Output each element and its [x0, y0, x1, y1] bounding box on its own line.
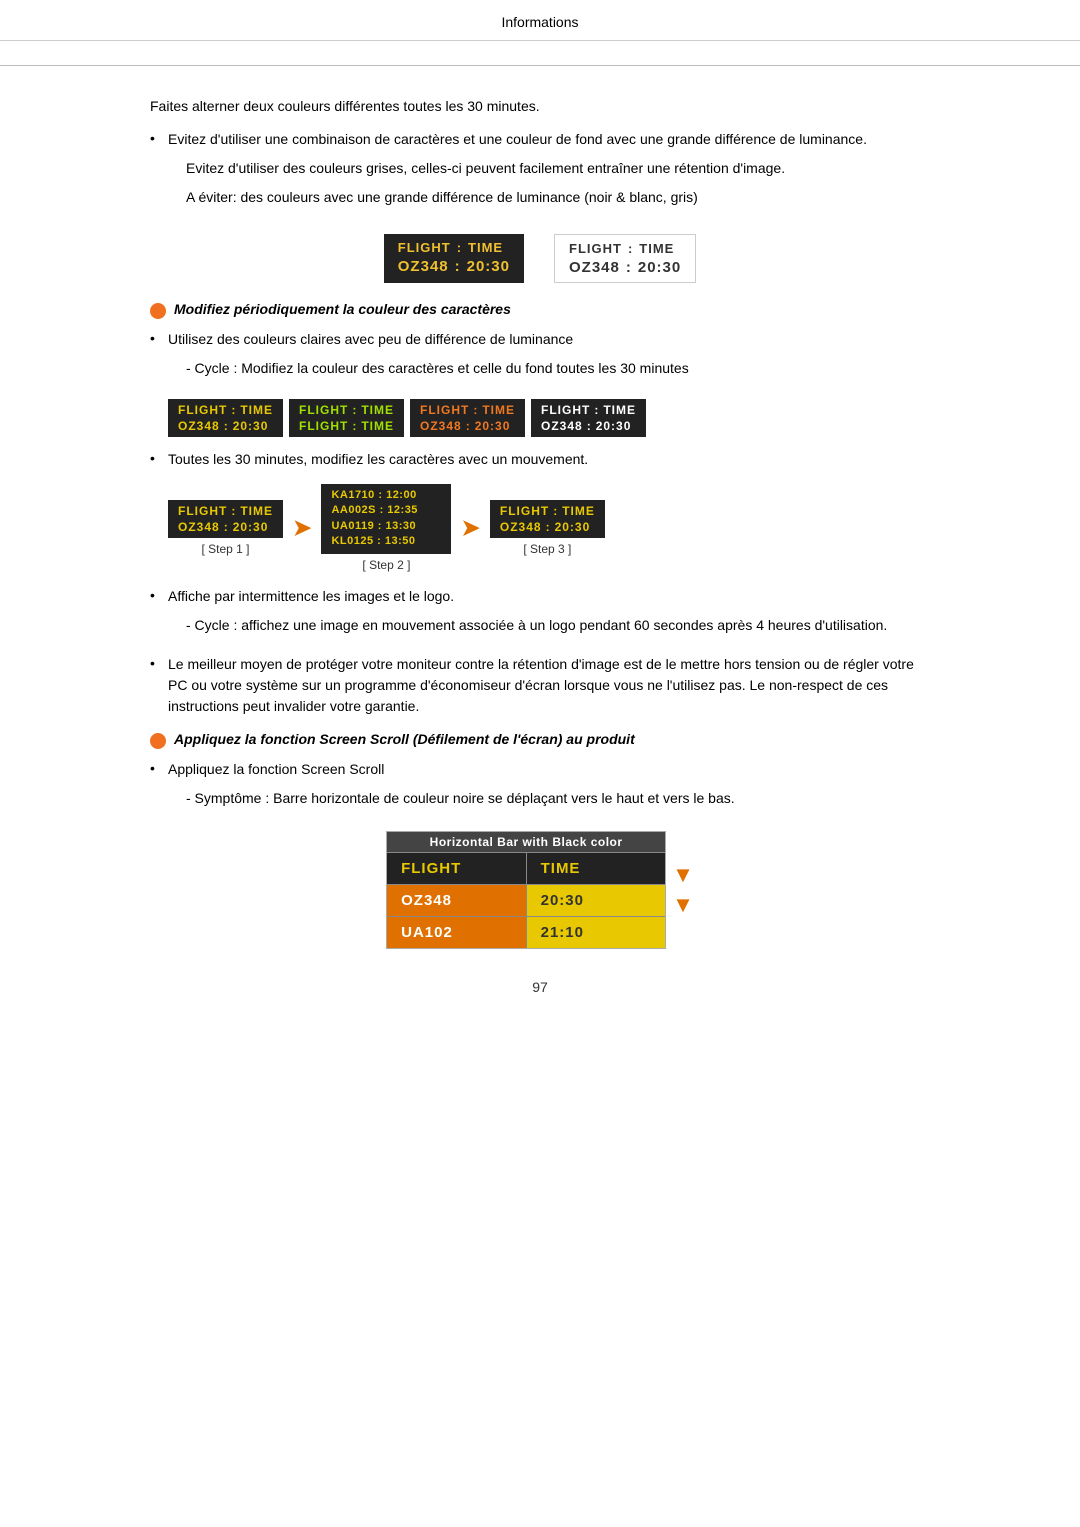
- bullet-5: • Le meilleur moyen de protéger votre mo…: [150, 654, 930, 717]
- flight-board-dark: FLIGHT : TIME OZ348 : 20:30: [384, 234, 524, 283]
- ss-header: Horizontal Bar with Black color: [387, 832, 665, 852]
- step-arrow-2: ➤: [461, 515, 479, 541]
- bullet-dot-4: •: [150, 586, 168, 603]
- orange-bullet-2-text: Appliquez la fonction Screen Scroll (Déf…: [174, 731, 635, 747]
- bullet-2-sub: - Cycle : Modifiez la couleur des caract…: [186, 358, 930, 379]
- flight-board-light-title: FLIGHT : TIME: [569, 241, 681, 256]
- orange-bullet-2: Appliquez la fonction Screen Scroll (Déf…: [150, 731, 930, 749]
- step-2-item: KA1710 : 12:00 AA002S : 12:35 UA0119 : 1…: [321, 484, 451, 572]
- orange-bullet-1: Modifiez périodiquement la couleur des c…: [150, 301, 930, 319]
- bullet-4-text: Affiche par intermittence les images et …: [168, 588, 454, 604]
- orange-bullet-1-text: Modifiez périodiquement la couleur des c…: [174, 301, 511, 317]
- ss-arrow-down-2: ▼: [672, 894, 694, 916]
- flight-board-light: FLIGHT : TIME OZ348 : 20:30: [554, 234, 696, 283]
- ss-row3-left: UA102: [387, 917, 526, 948]
- bullet-dot-3: •: [150, 449, 168, 466]
- step-1-label: [ Step 1 ]: [201, 542, 249, 556]
- bullet-dot-6: •: [150, 759, 168, 776]
- cycle-board-3: FLIGHT : TIME OZ348 : 20:30: [410, 399, 525, 437]
- cycle-boards-row: FLIGHT : TIME OZ348 : 20:30 FLIGHT : TIM…: [168, 399, 930, 437]
- screen-scroll-board: Horizontal Bar with Black color FLIGHT T…: [386, 831, 666, 949]
- bullet-3-text: Toutes les 30 minutes, modifiez les cara…: [168, 451, 588, 467]
- intro-text: Faites alterner deux couleurs différente…: [150, 96, 930, 117]
- bullet-5-text: Le meilleur moyen de protéger votre moni…: [168, 656, 914, 714]
- bullet-6-text: Appliquez la fonction Screen Scroll: [168, 761, 384, 777]
- steps-row: FLIGHT : TIME OZ348 : 20:30 [ Step 1 ] ➤…: [168, 484, 930, 572]
- ss-scroll-arrows: ▼ ▼: [672, 831, 694, 949]
- bullet-1-sub2: A éviter: des couleurs avec une grande d…: [186, 187, 930, 208]
- ss-row2-right: 20:30: [526, 885, 666, 916]
- ss-row1-right: TIME: [526, 853, 666, 884]
- step-3-board: FLIGHT : TIME OZ348 : 20:30: [490, 500, 605, 538]
- flight-board-dark-title: FLIGHT : TIME: [398, 240, 510, 255]
- bullet-6: • Appliquez la fonction Screen Scroll - …: [150, 759, 930, 817]
- step-1-board: FLIGHT : TIME OZ348 : 20:30: [168, 500, 283, 538]
- ss-row3-right: 21:10: [526, 917, 666, 948]
- cycle-board-4: FLIGHT : TIME OZ348 : 20:30: [531, 399, 646, 437]
- orange-circle-icon: [150, 303, 166, 319]
- step-3-item: FLIGHT : TIME OZ348 : 20:30 [ Step 3 ]: [490, 500, 605, 556]
- ss-row1-left: FLIGHT: [387, 853, 526, 884]
- bullet-dot-5: •: [150, 654, 168, 671]
- step-2-board: KA1710 : 12:00 AA002S : 12:35 UA0119 : 1…: [321, 484, 451, 554]
- ss-row-1: FLIGHT TIME: [387, 852, 665, 884]
- bullet-2: • Utilisez des couleurs claires avec peu…: [150, 329, 930, 387]
- bullet-3: • Toutes les 30 minutes, modifiez les ca…: [150, 449, 930, 470]
- screen-scroll-demo: Horizontal Bar with Black color FLIGHT T…: [150, 831, 930, 949]
- flight-board-dark-data: OZ348 : 20:30: [398, 258, 510, 275]
- cycle-board-2: FLIGHT : TIME FLIGHT : TIME: [289, 399, 404, 437]
- ss-arrow-down-1: ▼: [672, 864, 694, 886]
- page-title: Informations: [501, 14, 578, 30]
- orange-circle-icon-2: [150, 733, 166, 749]
- bullet-6-sub: - Symptôme : Barre horizontale de couleu…: [186, 788, 930, 809]
- bullet-2-text: Utilisez des couleurs claires avec peu d…: [168, 331, 573, 347]
- step-1-item: FLIGHT : TIME OZ348 : 20:30 [ Step 1 ]: [168, 500, 283, 556]
- bullet-1-text: Evitez d'utiliser une combinaison de car…: [168, 131, 867, 147]
- step-arrow-1: ➤: [293, 515, 311, 541]
- ss-row2-left: OZ348: [387, 885, 526, 916]
- cycle-board-1: FLIGHT : TIME OZ348 : 20:30: [168, 399, 283, 437]
- bullet-dot-2: •: [150, 329, 168, 346]
- ss-row-2: OZ348 20:30: [387, 884, 665, 916]
- flight-board-light-data: OZ348 : 20:30: [569, 259, 681, 276]
- step-3-label: [ Step 3 ]: [523, 542, 571, 556]
- bullet-1: • Evitez d'utiliser une combinaison de c…: [150, 129, 930, 216]
- bullet-4: • Affiche par intermittence les images e…: [150, 586, 930, 644]
- bullet-1-sub1: Evitez d'utiliser des couleurs grises, c…: [186, 158, 930, 179]
- bullet-4-sub: - Cycle : affichez une image en mouvemen…: [186, 615, 930, 636]
- flight-boards-demo: FLIGHT : TIME OZ348 : 20:30 FLIGHT : TIM…: [150, 234, 930, 283]
- page-header: Informations: [0, 0, 1080, 41]
- page-number: 97: [150, 979, 930, 995]
- ss-row-3: UA102 21:10: [387, 916, 665, 948]
- step-2-label: [ Step 2 ]: [362, 558, 410, 572]
- bullet-dot-1: •: [150, 129, 168, 146]
